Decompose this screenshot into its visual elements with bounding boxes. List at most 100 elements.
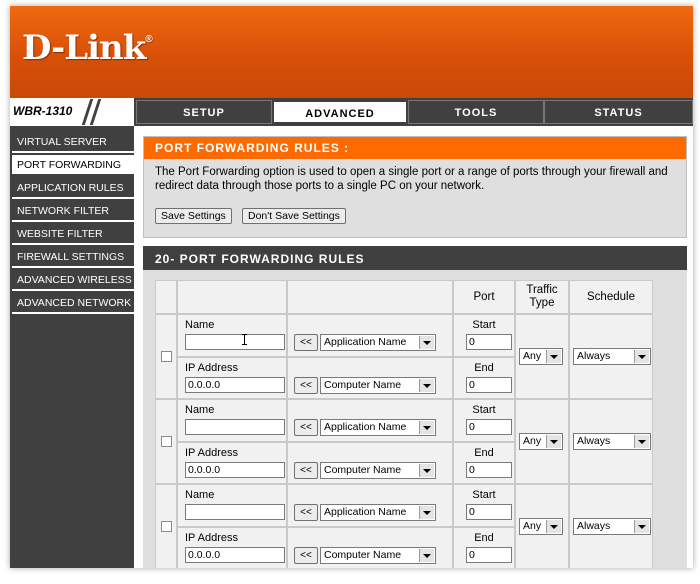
traffic-type-select[interactable]: Any: [519, 518, 563, 535]
end-port-input[interactable]: 0: [466, 547, 512, 563]
chevron-down-icon: [419, 464, 434, 477]
header-cell-check: [155, 280, 177, 314]
chevron-down-icon: [419, 506, 434, 519]
rule-enable-checkbox[interactable]: [161, 521, 172, 532]
sidebar-item-advanced-network[interactable]: ADVANCED NETWORK: [12, 293, 134, 314]
sidebar-item-network-filter[interactable]: NETWORK FILTER: [12, 201, 134, 222]
chevron-down-icon: [546, 520, 561, 533]
tab-status[interactable]: STATUS: [544, 100, 693, 124]
intro-description: The Port Forwarding option is used to op…: [155, 166, 668, 192]
header-cell-name: [177, 280, 287, 314]
sidebar-item-advanced-wireless[interactable]: ADVANCED WIRELESS: [12, 270, 134, 291]
dont-save-settings-button[interactable]: Don't Save Settings: [242, 208, 346, 224]
start-port-input[interactable]: 0: [466, 419, 512, 435]
tab-setup[interactable]: SETUP: [136, 100, 272, 124]
start-label: Start: [472, 319, 496, 331]
port-forwarding-intro-panel: PORT FORWARDING RULES : The Port Forward…: [143, 136, 687, 238]
chevron-down-icon: [634, 435, 649, 448]
copy-application-button[interactable]: <<: [294, 419, 318, 436]
start-label: Start: [472, 404, 496, 416]
chevron-down-icon: [419, 379, 434, 392]
schedule-cell: Always: [569, 484, 653, 568]
app-select-cell: << Application Name: [287, 484, 453, 527]
sidebar-item-firewall-settings[interactable]: FIREWALL SETTINGS: [12, 247, 134, 268]
copy-computer-button[interactable]: <<: [294, 377, 318, 394]
top-nav: WBR-1310 SETUP ADVANCED TOOLS STATUS: [10, 98, 693, 126]
header-cell-traffic: Traffic Type: [515, 280, 569, 314]
rules-panel: 20- PORT FORWARDING RULES Port Traffic T…: [143, 246, 687, 568]
chevron-down-icon: [546, 435, 561, 448]
ip-address-input[interactable]: 0.0.0.0: [185, 462, 285, 478]
computer-name-select[interactable]: Computer Name: [320, 547, 436, 564]
schedule-select[interactable]: Always: [573, 348, 651, 365]
dlink-logo: D-Link®: [22, 28, 153, 68]
rule-name-input[interactable]: [185, 419, 285, 435]
copy-computer-button[interactable]: <<: [294, 462, 318, 479]
sidebar-item-website-filter[interactable]: WEBSITE FILTER: [12, 224, 134, 245]
sidebar-item-virtual-server[interactable]: VIRTUAL SERVER: [12, 132, 134, 153]
table-row: [155, 399, 177, 484]
app-select-cell: << Application Name: [287, 399, 453, 442]
rule-name-input[interactable]: [185, 334, 285, 350]
end-label: End: [474, 447, 494, 459]
ip-address-input[interactable]: 0.0.0.0: [185, 547, 285, 563]
schedule-cell: Always: [569, 314, 653, 399]
traffic-cell: Any: [515, 484, 569, 568]
ip-address-input[interactable]: 0.0.0.0: [185, 377, 285, 393]
schedule-select[interactable]: Always: [573, 518, 651, 535]
traffic-cell: Any: [515, 399, 569, 484]
copy-computer-button[interactable]: <<: [294, 547, 318, 564]
application-name-select[interactable]: Application Name: [320, 504, 436, 521]
rule-name-input[interactable]: [185, 504, 285, 520]
computer-select-cell: << Computer Name: [287, 442, 453, 484]
copy-application-button[interactable]: <<: [294, 504, 318, 521]
application-name-select[interactable]: Application Name: [320, 419, 436, 436]
end-port-cell: End 0: [453, 442, 515, 484]
computer-name-select[interactable]: Computer Name: [320, 377, 436, 394]
copy-application-button[interactable]: <<: [294, 334, 318, 351]
computer-name-select[interactable]: Computer Name: [320, 462, 436, 479]
ip-cell: IP Address 0.0.0.0: [177, 357, 287, 399]
table-row: [155, 484, 177, 568]
chevron-down-icon: [419, 549, 434, 562]
schedule-select[interactable]: Always: [573, 433, 651, 450]
tab-advanced[interactable]: ADVANCED: [272, 100, 408, 124]
traffic-type-select[interactable]: Any: [519, 348, 563, 365]
sidebar: VIRTUAL SERVER PORT FORWARDING APPLICATI…: [10, 126, 134, 568]
traffic-type-select[interactable]: Any: [519, 433, 563, 450]
header-cell-schedule: Schedule: [569, 280, 653, 314]
start-port-input[interactable]: 0: [466, 504, 512, 520]
save-settings-button[interactable]: Save Settings: [155, 208, 232, 224]
model-badge: WBR-1310: [10, 98, 134, 126]
rules-title: 20- PORT FORWARDING RULES: [143, 246, 687, 270]
start-port-cell: Start 0: [453, 399, 515, 442]
chevron-down-icon: [419, 421, 434, 434]
header-cell-select: [287, 280, 453, 314]
end-port-cell: End 0: [453, 357, 515, 399]
application-name-select[interactable]: Application Name: [320, 334, 436, 351]
name-label: Name: [185, 319, 215, 331]
port-column-header: Port: [473, 291, 495, 303]
computer-select-cell: << Computer Name: [287, 527, 453, 568]
name-label: Name: [185, 489, 215, 501]
end-port-input[interactable]: 0: [466, 377, 512, 393]
intro-title: PORT FORWARDING RULES :: [144, 137, 686, 159]
computer-select-cell: << Computer Name: [287, 357, 453, 399]
traffic-cell: Any: [515, 314, 569, 399]
sidebar-item-port-forwarding[interactable]: PORT FORWARDING: [12, 155, 134, 176]
rule-enable-checkbox[interactable]: [161, 351, 172, 362]
end-port-input[interactable]: 0: [466, 462, 512, 478]
end-port-cell: End 0: [453, 527, 515, 568]
rule-enable-checkbox[interactable]: [161, 436, 172, 447]
tab-tools[interactable]: TOOLS: [408, 100, 544, 124]
start-port-input[interactable]: 0: [466, 334, 512, 350]
end-label: End: [474, 532, 494, 544]
ip-cell: IP Address 0.0.0.0: [177, 527, 287, 568]
name-label: Name: [185, 404, 215, 416]
schedule-cell: Always: [569, 399, 653, 484]
chevron-down-icon: [546, 350, 561, 363]
main-content: PORT FORWARDING RULES : The Port Forward…: [134, 126, 693, 568]
name-cell: Name: [177, 484, 287, 527]
model-label: WBR-1310: [13, 104, 73, 118]
sidebar-item-application-rules[interactable]: APPLICATION RULES: [12, 178, 134, 199]
